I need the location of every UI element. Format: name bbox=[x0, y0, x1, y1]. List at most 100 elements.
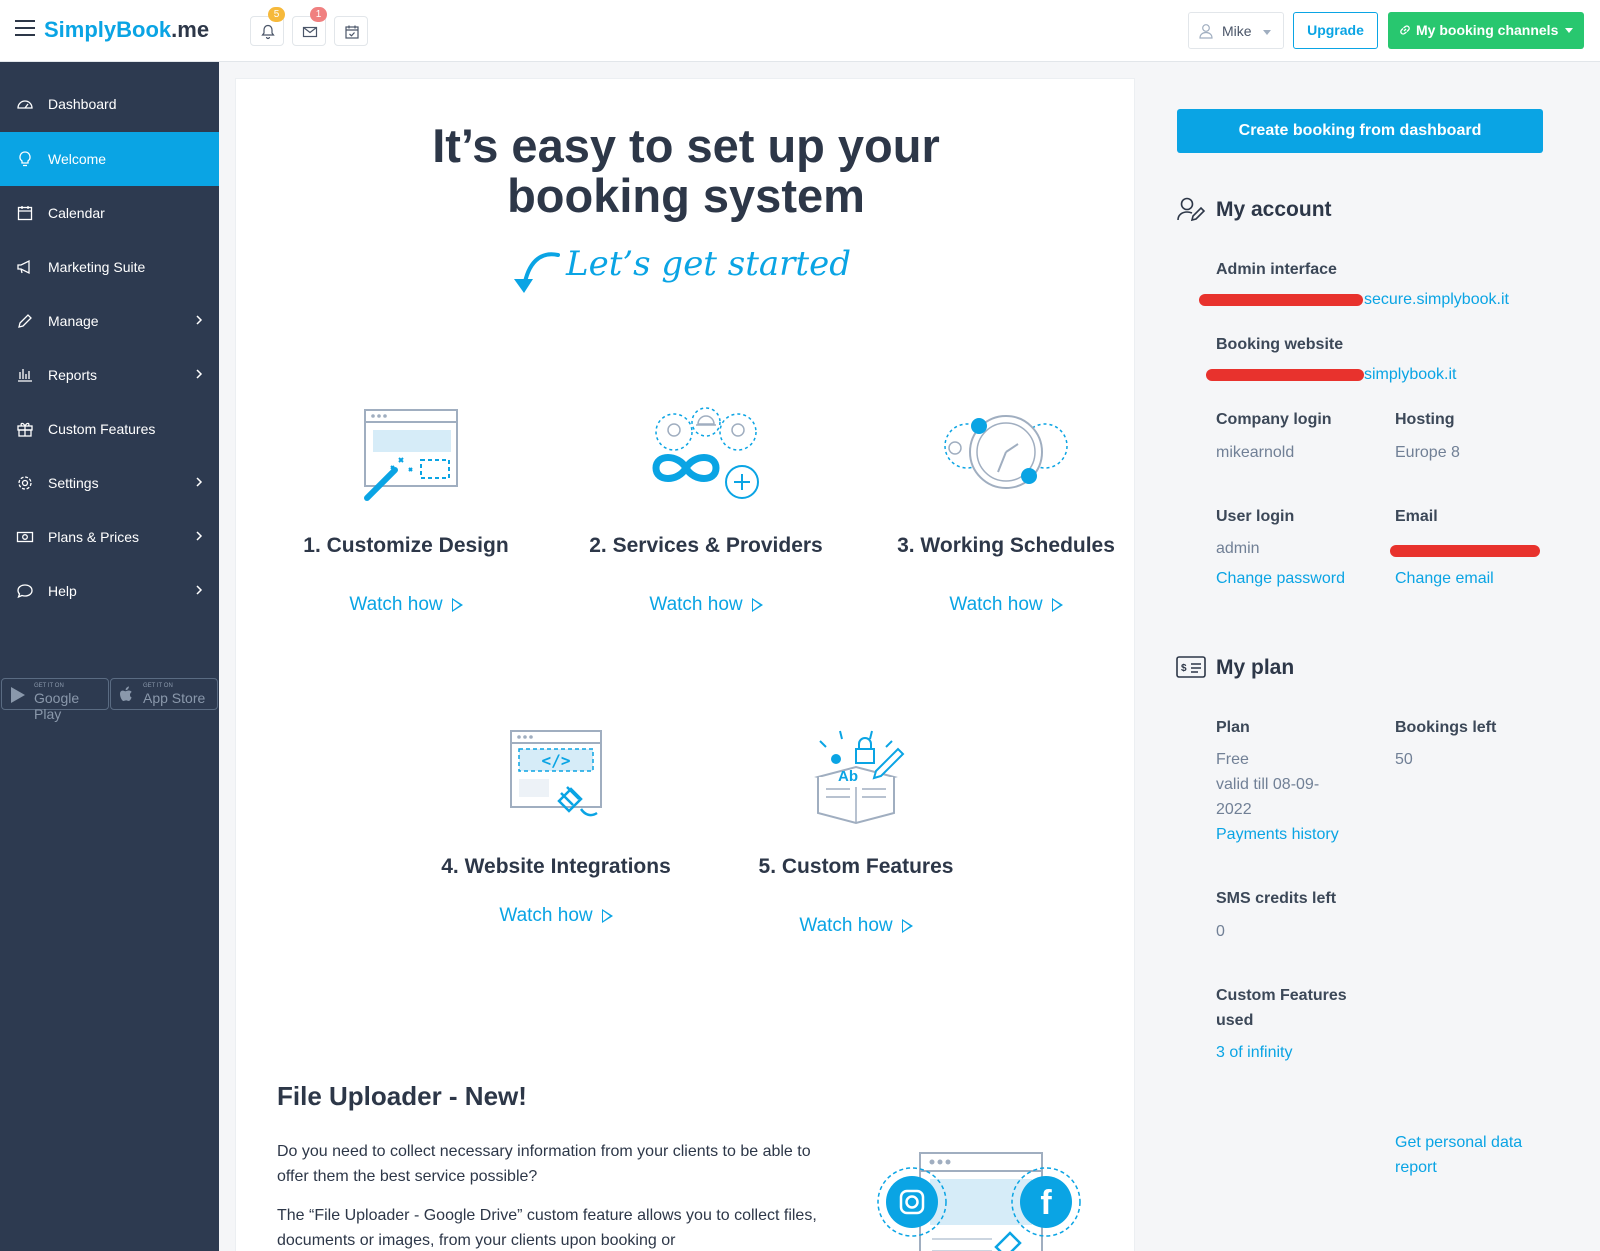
upgrade-button[interactable]: Upgrade bbox=[1293, 12, 1378, 49]
sidebar-item-label: Calendar bbox=[48, 205, 105, 221]
instagram-icon bbox=[886, 1176, 938, 1228]
sidebar-item-calendar[interactable]: Calendar bbox=[0, 186, 219, 240]
admin-interface-label: Admin interface bbox=[1216, 261, 1337, 278]
chevron-right-icon bbox=[196, 369, 203, 379]
file-uploader-illustration: f bbox=[877, 1152, 1081, 1251]
booking-channels-label: My booking channels bbox=[1416, 22, 1559, 38]
title-line-2: booking system bbox=[507, 169, 865, 222]
sidebar-item-label: Plans & Prices bbox=[48, 529, 140, 545]
sidebar-item-custom-features[interactable]: Custom Features bbox=[0, 402, 219, 456]
logo[interactable]: SimplyBook.me bbox=[44, 17, 209, 43]
plan-card-icon: $ bbox=[1176, 656, 1206, 678]
messages-button[interactable]: 1 bbox=[292, 7, 327, 46]
sidebar-item-marketing-suite[interactable]: Marketing Suite bbox=[0, 240, 219, 294]
user-login-label: User login bbox=[1216, 508, 1295, 525]
gift-box-icon bbox=[17, 422, 33, 437]
file-uploader-title: File Uploader - New! bbox=[277, 1081, 527, 1111]
sidebar-item-plans-prices[interactable]: Plans & Prices bbox=[0, 510, 219, 564]
hamburger-menu-icon[interactable] bbox=[15, 20, 35, 36]
custom-features-used-link[interactable]: 3 of infinity bbox=[1216, 1040, 1292, 1065]
google-play-small-text: GET IT ON bbox=[34, 683, 64, 689]
chevron-right-icon bbox=[196, 585, 203, 595]
calendar-icon bbox=[17, 206, 33, 221]
money-icon bbox=[16, 531, 34, 543]
admin-interface-link[interactable]: secure.simplybook.it bbox=[1364, 287, 1509, 312]
link-icon bbox=[1400, 25, 1410, 35]
custom-features-used-label-line-1: Custom Features bbox=[1216, 987, 1347, 1004]
logo-suffix: .me bbox=[171, 17, 210, 42]
redaction-mark bbox=[1390, 545, 1540, 557]
my-plan-title: My plan bbox=[1216, 656, 1295, 679]
change-password-link[interactable]: Change password bbox=[1216, 566, 1345, 591]
file-uploader-text-1: Do you need to collect necessary informa… bbox=[277, 1143, 811, 1185]
sidebar-item-label: Welcome bbox=[48, 151, 107, 167]
payments-history-link[interactable]: Payments history bbox=[1216, 822, 1339, 847]
chevron-right-icon bbox=[196, 477, 203, 487]
sidebar-item-label: Settings bbox=[48, 475, 99, 491]
app-store-badge[interactable]: GET IT ON App Store bbox=[110, 678, 218, 710]
custom-features-used-label-line-2: used bbox=[1216, 1012, 1254, 1029]
calendar-check-icon bbox=[345, 25, 359, 39]
bookings-left-label: Bookings left bbox=[1395, 719, 1497, 736]
sidebar-item-label: Dashboard bbox=[48, 96, 117, 112]
watch-how-link[interactable]: Watch how bbox=[406, 905, 706, 927]
top-bar: SimplyBook.me 5 1 Mike Upgrade My bookin… bbox=[0, 0, 1600, 62]
notifications-button[interactable]: 5 bbox=[250, 7, 285, 46]
create-booking-button[interactable]: Create booking from dashboard bbox=[1177, 109, 1543, 153]
step-title: 4. Website Integrations bbox=[441, 855, 671, 878]
caret-down-icon bbox=[1263, 30, 1271, 35]
welcome-card: It’s easy to set up your booking system … bbox=[235, 78, 1135, 1251]
watch-how-link[interactable]: Watch how bbox=[856, 594, 1156, 616]
booking-channels-button[interactable]: My booking channels bbox=[1388, 12, 1584, 49]
messages-badge: 1 bbox=[310, 7, 327, 22]
personal-data-report-link-line-1[interactable]: Get personal data bbox=[1395, 1130, 1522, 1155]
watch-how-label: Watch how bbox=[799, 915, 893, 936]
user-icon bbox=[1199, 24, 1213, 39]
personal-data-report-link-line-2[interactable]: report bbox=[1395, 1155, 1437, 1180]
watch-how-link[interactable]: Watch how bbox=[256, 594, 556, 616]
play-icon bbox=[751, 597, 763, 612]
sms-credits-label: SMS credits left bbox=[1216, 890, 1337, 907]
redaction-mark bbox=[1206, 369, 1364, 381]
bar-chart-icon bbox=[18, 369, 32, 382]
plan-value: Free bbox=[1216, 751, 1249, 768]
feature-box-icon: Ab bbox=[814, 730, 905, 825]
step-services-providers: 2. Services & Providers Watch how bbox=[556, 406, 856, 616]
svg-text:$: $ bbox=[1181, 663, 1187, 674]
bell-icon bbox=[261, 24, 275, 40]
watch-how-label: Watch how bbox=[649, 594, 743, 615]
step-title: 5. Custom Features bbox=[758, 855, 954, 878]
bookings-left-value: 50 bbox=[1395, 751, 1413, 768]
sidebar-item-dashboard[interactable]: Dashboard bbox=[0, 77, 219, 131]
change-email-link[interactable]: Change email bbox=[1395, 566, 1494, 591]
sidebar-item-manage[interactable]: Manage bbox=[0, 294, 219, 348]
page-title: It’s easy to set up your booking system bbox=[236, 121, 1136, 221]
sidebar-item-help[interactable]: Help bbox=[0, 564, 219, 618]
sms-credits-value: 0 bbox=[1216, 923, 1225, 940]
tasks-button[interactable] bbox=[334, 16, 368, 46]
svg-text:Ab: Ab bbox=[838, 768, 858, 785]
user-dropdown[interactable]: Mike bbox=[1188, 12, 1284, 49]
step-website-integrations: </> 4. Website Integrations Watch how bbox=[406, 727, 706, 927]
google-play-badge[interactable]: GET IT ON Google Play bbox=[1, 678, 109, 722]
sidebar-item-label: Marketing Suite bbox=[48, 259, 146, 275]
step-title: 2. Services & Providers bbox=[589, 534, 823, 557]
app-store-small-text: GET IT ON bbox=[143, 683, 173, 689]
play-store-icon bbox=[11, 687, 25, 703]
step-title: 1. Customize Design bbox=[303, 534, 509, 557]
sidebar-item-settings[interactable]: Settings bbox=[0, 456, 219, 510]
sidebar-item-welcome[interactable]: Welcome bbox=[0, 132, 219, 186]
sidebar-item-reports[interactable]: Reports bbox=[0, 348, 219, 402]
curved-arrow-icon bbox=[514, 252, 560, 293]
play-icon bbox=[1051, 597, 1063, 612]
watch-how-link[interactable]: Watch how bbox=[706, 915, 1006, 937]
services-infinity-icon bbox=[652, 407, 759, 499]
svg-text:</>: </> bbox=[542, 751, 571, 770]
company-login-value: mikearnold bbox=[1216, 444, 1295, 461]
booking-website-link[interactable]: simplybook.it bbox=[1364, 362, 1456, 387]
chevron-right-icon bbox=[196, 315, 203, 325]
notifications-badge: 5 bbox=[268, 7, 285, 22]
code-plugin-icon: </> bbox=[510, 730, 602, 817]
play-icon bbox=[601, 908, 613, 923]
watch-how-link[interactable]: Watch how bbox=[556, 594, 856, 616]
